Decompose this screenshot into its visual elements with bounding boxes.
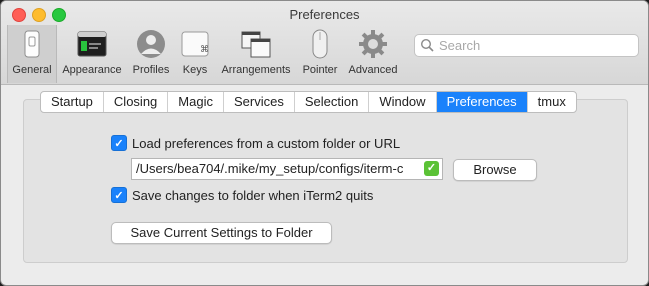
toolbar-item-arrangements[interactable]: Arrangements — [217, 25, 295, 83]
toolbar-item-general[interactable]: General — [7, 25, 57, 83]
custom-folder-path-input[interactable]: /Users/bea704/.mike/my_setup/configs/ite… — [131, 158, 443, 180]
load-custom-folder-row: ✓ Load preferences from a custom folder … — [111, 135, 400, 151]
window-arrangement-icon — [241, 31, 271, 58]
toolbar-label-pointer: Pointer — [302, 64, 338, 76]
tab-tmux[interactable]: tmux — [528, 92, 576, 112]
profile-avatar-icon — [137, 30, 165, 58]
toolbar-label-profiles: Profiles — [132, 64, 170, 76]
toolbar-item-profiles[interactable]: Profiles — [129, 25, 173, 83]
toolbar-item-keys[interactable]: ⌘ Keys — [176, 25, 214, 83]
toolbar-label-keys: Keys — [182, 64, 208, 76]
tab-closing[interactable]: Closing — [104, 92, 169, 112]
tab-bar: Startup Closing Magic Services Selection… — [40, 91, 577, 113]
tab-window[interactable]: Window — [369, 92, 437, 112]
preferences-window: Preferences General Appearance Profiles … — [0, 0, 649, 286]
tab-magic[interactable]: Magic — [168, 92, 224, 112]
search-field[interactable]: Search — [414, 34, 639, 57]
title-bar: Preferences General Appearance Profiles … — [1, 1, 648, 85]
toolbar-label-general: General — [12, 64, 52, 76]
save-changes-row: ✓ Save changes to folder when iTerm2 qui… — [111, 187, 373, 203]
tab-services[interactable]: Services — [224, 92, 295, 112]
tab-preferences[interactable]: Preferences — [436, 92, 528, 112]
general-switch-icon — [24, 30, 40, 58]
toolbar-item-appearance[interactable]: Appearance — [57, 25, 127, 83]
command-key-icon: ⌘ — [181, 31, 209, 57]
save-changes-checkbox[interactable]: ✓ — [111, 187, 127, 203]
load-custom-folder-label: Load preferences from a custom folder or… — [132, 135, 401, 151]
custom-folder-path-value: /Users/bea704/.mike/my_setup/configs/ite… — [136, 161, 404, 176]
valid-path-check-icon: ✓ — [424, 161, 439, 176]
load-custom-folder-checkbox[interactable]: ✓ — [111, 135, 127, 151]
toolbar-label-arrangements: Arrangements — [221, 64, 291, 76]
browse-button[interactable]: Browse — [453, 159, 537, 181]
mouse-pointer-icon — [312, 29, 328, 59]
search-icon — [420, 38, 434, 52]
save-current-settings-button[interactable]: Save Current Settings to Folder — [111, 222, 332, 244]
terminal-window-icon — [77, 31, 107, 57]
tab-startup[interactable]: Startup — [41, 92, 104, 112]
toolbar-item-pointer[interactable]: Pointer — [298, 25, 342, 83]
toolbar-item-advanced[interactable]: Advanced — [345, 25, 401, 83]
search-placeholder: Search — [439, 38, 481, 53]
toolbar-label-appearance: Appearance — [62, 64, 122, 76]
svg-text:⌘: ⌘ — [200, 45, 209, 55]
window-title: Preferences — [289, 7, 360, 22]
gear-icon — [359, 30, 387, 58]
toolbar-label-advanced: Advanced — [348, 64, 398, 76]
save-changes-label: Save changes to folder when iTerm2 quits — [132, 187, 374, 203]
tab-selection[interactable]: Selection — [295, 92, 370, 112]
